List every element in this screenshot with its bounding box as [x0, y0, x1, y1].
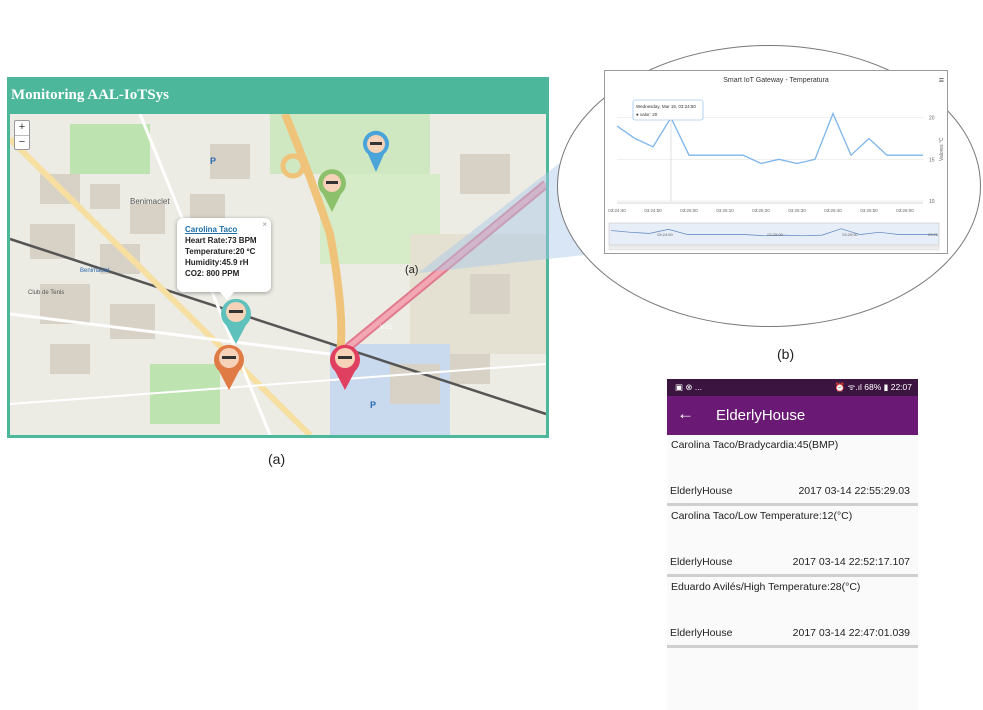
x-tick-label: 03:25:50 — [860, 208, 878, 213]
notification-source: ElderlyHouse — [670, 556, 733, 568]
temperature-series-line — [616, 111, 923, 165]
caption-a: (a) — [268, 451, 286, 467]
x-tick-label: 03:25:10 — [716, 208, 734, 213]
x-tick-label: 03:25:30 — [788, 208, 806, 213]
navigator-label: 03:25:00 — [767, 232, 783, 237]
notification-item[interactable]: Eduardo Avilés/High Temperature:28(°C) E… — [667, 577, 918, 648]
status-left-icons: ▣ ⊗ ... — [675, 382, 702, 392]
x-tick-label: 03:26:00 — [896, 208, 914, 213]
x-tick-label: 03:24:40 — [608, 208, 626, 213]
notification-item[interactable]: Carolina Taco/Bradycardia:45(BMP) Elderl… — [667, 435, 918, 506]
status-right-info: ⏰ ᯤ.ıl 68% ▮ 22:07 — [834, 382, 912, 392]
back-arrow-icon[interactable]: ← — [677, 404, 694, 424]
temperature-chart: Smart IoT Gateway - Temperatura ≡ 20 15 10… — [604, 70, 948, 254]
y-tick-label: 15 — [929, 157, 935, 163]
tooltip-text: Wednesday, Mar 15, 03:24:50 — [636, 104, 696, 109]
notification-time: 2017 03-14 22:52:17.107 — [792, 556, 910, 568]
notification-time: 2017 03-14 22:55:29.03 — [798, 485, 910, 497]
notification-message: Carolina Taco/Bradycardia:45(BMP) — [671, 439, 839, 451]
x-tick-label: 03:25:00 — [680, 208, 698, 213]
app-bar: ← ElderlyHouse — [667, 396, 918, 435]
y-axis-label: Valores °C — [939, 137, 945, 161]
notification-message: Eduardo Avilés/High Temperature:28(°C) — [671, 581, 861, 593]
navigator-scrollbar — [608, 245, 940, 251]
navigator-label: 03:24:50 — [657, 232, 673, 237]
y-tick-label: 10 — [929, 199, 935, 205]
tooltip-text: ● valor: 20 — [636, 112, 658, 117]
notification-message: Carolina Taco/Low Temperature:12(°C) — [671, 510, 853, 522]
notification-source: ElderlyHouse — [670, 485, 733, 497]
notification-item[interactable]: Carolina Taco/Low Temperature:12(°C) Eld… — [667, 506, 918, 577]
x-tick-label: 03:24:50 — [644, 208, 662, 213]
mobile-app-screen: ▣ ⊗ ... ⏰ ᯤ.ıl 68% ▮ 22:07 ← ElderlyHous… — [667, 379, 918, 710]
x-tick-label: 03:25:40 — [824, 208, 842, 213]
navigator-label: 03:26 — [928, 232, 939, 237]
tooltip-box — [632, 99, 704, 121]
status-bar: ▣ ⊗ ... ⏰ ᯤ.ıl 68% ▮ 22:07 — [667, 379, 918, 396]
x-tick-label: 03:25:20 — [752, 208, 770, 213]
notification-source: ElderlyHouse — [670, 627, 733, 639]
navigator-label: 03:25:50 — [842, 232, 858, 237]
app-title: ElderlyHouse — [716, 407, 806, 424]
chart-plot: 20 15 10 Valores °C 03:24:40 03:24:50 03:25:00… — [608, 99, 945, 251]
notification-time: 2017 03-14 22:47:01.039 — [792, 627, 910, 639]
caption-b: (b) — [777, 346, 795, 362]
y-tick-label: 20 — [929, 116, 935, 122]
